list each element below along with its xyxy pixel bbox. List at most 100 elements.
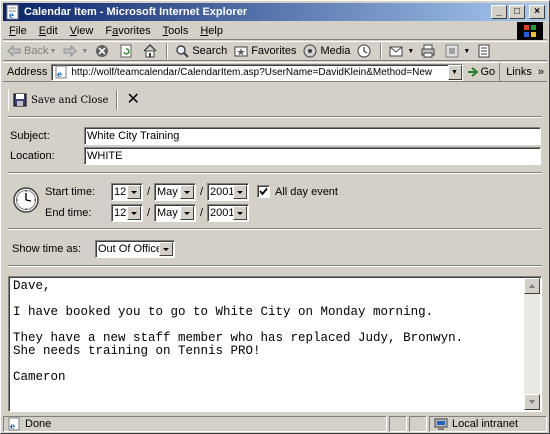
media-button[interactable]: Media [299, 42, 353, 60]
favorites-star-icon [233, 43, 249, 59]
print-icon [420, 43, 436, 59]
start-year-select[interactable]: 2001 [207, 183, 249, 201]
chevron-down-icon [233, 206, 247, 220]
address-label: Address [7, 66, 48, 78]
go-label: Go [480, 66, 496, 78]
show-time-as-select[interactable]: Out Of Office [95, 240, 175, 258]
toolbar-separator [166, 43, 169, 59]
message-body-text: Dave, I have booked you to go to White C… [13, 279, 464, 384]
stop-button[interactable] [91, 42, 115, 60]
menu-edit-accel: E [38, 24, 47, 37]
location-input[interactable]: WHITE [84, 147, 541, 165]
divider [8, 172, 542, 174]
zone-text: Local intranet [452, 418, 519, 430]
standard-toolbar: Back ▼ ▼ Search Favorites Media ▼ ▼ [3, 41, 547, 61]
start-day-value: 12 [114, 186, 127, 198]
floppy-disk-icon [13, 93, 27, 107]
chevron-down-icon [127, 206, 141, 220]
menu-help[interactable]: Help [194, 23, 229, 39]
back-dropdown-icon[interactable]: ▼ [49, 48, 56, 55]
address-url: http://wolf/teamcalendar/CalendarItem.as… [71, 66, 433, 78]
links-button[interactable]: Links [499, 63, 535, 81]
menu-file-accel: F [9, 24, 16, 37]
search-icon [174, 43, 190, 59]
scroll-down-button[interactable] [524, 394, 540, 410]
refresh-icon [118, 43, 134, 59]
subject-label: Subject: [10, 130, 50, 142]
history-button[interactable] [353, 42, 377, 60]
links-chevron-icon[interactable]: » [535, 66, 547, 78]
menu-tools[interactable]: Tools [157, 23, 195, 39]
mail-button[interactable]: ▼ [385, 42, 417, 60]
forward-dropdown-icon[interactable]: ▼ [81, 48, 88, 55]
scroll-up-button[interactable] [524, 278, 540, 294]
status-panel [409, 416, 427, 432]
end-day-select[interactable]: 12 [111, 204, 143, 222]
date-separator: / [200, 186, 204, 198]
svg-text:e: e [10, 421, 15, 431]
favorites-button[interactable]: Favorites [230, 42, 299, 60]
chevron-down-icon [127, 185, 141, 199]
date-separator: / [200, 207, 204, 219]
discuss-icon [476, 43, 492, 59]
end-year-select[interactable]: 2001 [207, 204, 249, 222]
menu-favorites-label: vorites [118, 24, 151, 37]
menu-file-label: ile [15, 24, 27, 37]
minimize-button[interactable]: _ [491, 5, 507, 19]
discuss-button[interactable] [473, 42, 497, 60]
favorites-label: Favorites [251, 45, 297, 57]
back-button[interactable]: Back ▼ [3, 42, 59, 60]
forward-button[interactable]: ▼ [59, 42, 91, 60]
svg-text:e: e [57, 69, 62, 79]
subject-input[interactable]: White City Training [84, 127, 541, 145]
all-day-label: All day event [275, 186, 338, 198]
status-bar: e Done Local intranet [3, 415, 547, 433]
start-month-select[interactable]: May [154, 183, 196, 201]
windows-logo-icon [517, 22, 543, 40]
mail-icon [388, 43, 404, 59]
page-icon: e [55, 65, 67, 79]
edit-button[interactable]: ▼ [441, 42, 473, 60]
window-title: Calendar Item - Microsoft Internet Explo… [24, 6, 248, 18]
done-page-icon: e [8, 417, 20, 431]
start-year-value: 2001 [210, 186, 233, 198]
divider [8, 228, 542, 230]
home-button[interactable] [139, 42, 163, 60]
history-icon [356, 43, 372, 59]
location-label: Location: [10, 150, 55, 162]
menu-view-accel: V [69, 24, 77, 37]
forward-arrow-icon [62, 43, 78, 59]
title-bar[interactable]: e Calendar Item - Microsoft Internet Exp… [3, 3, 547, 21]
message-body-textarea[interactable]: Dave, I have booked you to go to White C… [8, 276, 542, 412]
menu-edit[interactable]: Edit [33, 23, 64, 39]
vertical-scrollbar[interactable] [524, 278, 540, 410]
address-input[interactable]: e http://wolf/teamcalendar/CalendarItem.… [51, 63, 463, 81]
save-and-close-button[interactable]: Save and Close [8, 89, 112, 111]
menu-file[interactable]: File [3, 23, 33, 39]
maximize-button[interactable]: □ [509, 5, 525, 19]
date-separator: / [147, 207, 151, 219]
chevron-down-icon [180, 206, 194, 220]
go-button[interactable]: Go [463, 66, 500, 78]
go-arrow-icon [467, 67, 479, 77]
search-label: Search [192, 45, 228, 57]
close-window-button[interactable]: × [529, 5, 545, 19]
edit-dropdown-icon[interactable]: ▼ [463, 48, 470, 55]
security-zone[interactable]: Local intranet [429, 416, 547, 432]
start-day-select[interactable]: 12 [111, 183, 143, 201]
all-day-checkbox[interactable] [257, 185, 270, 198]
chevron-down-icon [159, 242, 173, 256]
search-button[interactable]: Search [171, 42, 230, 60]
mail-dropdown-icon[interactable]: ▼ [407, 48, 414, 55]
print-button[interactable] [417, 42, 441, 60]
end-month-select[interactable]: May [154, 204, 196, 222]
back-arrow-icon [6, 43, 22, 59]
close-item-button[interactable]: ✕ [122, 90, 143, 110]
status-panel [389, 416, 407, 432]
refresh-button[interactable] [115, 42, 139, 60]
menu-view[interactable]: View [64, 23, 100, 39]
ie-page-icon: e [6, 4, 19, 20]
menu-favorites[interactable]: Favorites [99, 23, 156, 39]
address-dropdown-icon[interactable]: ▼ [447, 64, 462, 80]
chevron-down-icon [180, 185, 194, 199]
